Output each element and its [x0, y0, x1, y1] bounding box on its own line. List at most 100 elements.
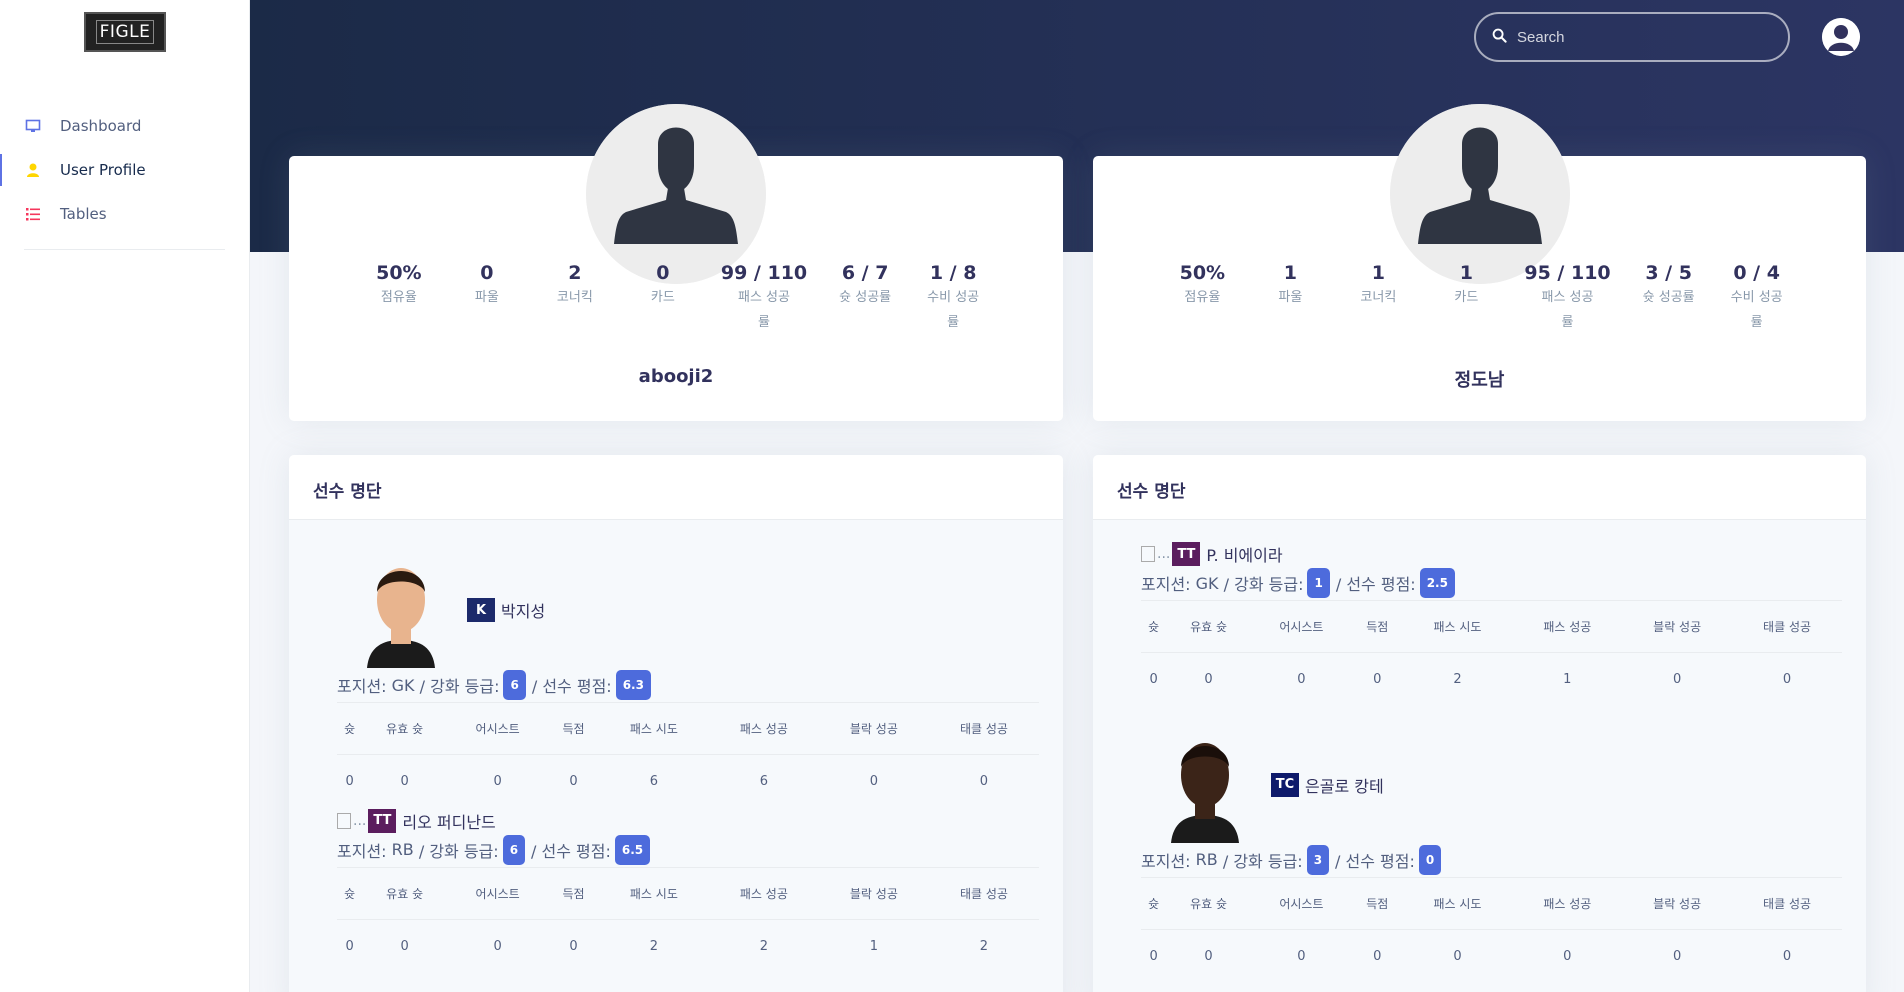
table-header-cell[interactable]: 득점 — [1351, 876, 1403, 930]
stat-label: 점유율 — [1184, 290, 1221, 305]
search-box[interactable] — [1474, 12, 1790, 62]
table-cell: 0 — [869, 774, 879, 790]
sidebar-item-tables[interactable]: Tables — [0, 192, 250, 236]
profile-stats: 50% 점유율 1 파울 1 코너킥 1 카드 95 / 110 패스 성공률 3 / 5… — [1093, 262, 1866, 335]
stat-value: 99 / 110 — [720, 262, 808, 284]
profile-avatar — [586, 104, 766, 284]
season-badge-icon: TT — [1172, 542, 1201, 566]
position-label: 포지션: — [337, 841, 387, 861]
table-header-cell[interactable]: 슛 — [337, 702, 363, 755]
table-cell: 0 — [400, 774, 409, 790]
rating-label: / 선수 평점: — [531, 677, 612, 696]
table-header-cell[interactable]: 패스 시도 — [1402, 876, 1513, 930]
player-stats-table: 슛 유효 슛 어시스트 득점 패스 시도 패스 성공 블락 성공 태클 성공 0 0 0 0 2 2 1 2 — [337, 866, 1039, 974]
table-cell: 0 — [1204, 672, 1213, 688]
table-header-cell[interactable]: 태클 성공 — [1732, 876, 1842, 930]
table-header-cell[interactable]: 득점 — [548, 866, 599, 920]
rating-badge: 6.5 — [614, 834, 651, 865]
sidebar-item-dashboard[interactable]: Dashboard — [0, 104, 250, 148]
table-header-cell[interactable]: 태클 성공 — [1732, 600, 1842, 653]
player-name[interactable]: 리오 퍼디난드 — [402, 809, 495, 833]
stat-value: 1 / 8 — [929, 262, 977, 284]
table-header-cell[interactable]: 블락 성공 — [1622, 600, 1733, 653]
table-header-cell[interactable]: 슛 — [337, 866, 363, 920]
table-row: 0 0 0 0 0 0 0 0 — [1141, 929, 1842, 983]
table-header-cell[interactable]: 득점 — [1351, 600, 1403, 653]
player-stats-table: 슛 유효 슛 어시스트 득점 패스 시도 패스 성공 블락 성공 태클 성공 0 0 0 0 0 0 0 0 — [1141, 876, 1842, 984]
profile-name: abooji2 — [638, 366, 714, 387]
stat-label: 코너킥 — [1360, 290, 1397, 305]
table-cell: 0 — [1149, 672, 1158, 688]
position-label: 포지션: — [1141, 851, 1191, 871]
table-header-cell[interactable]: 블락 성공 — [818, 702, 929, 755]
roster-body: ... TT P. 비에이라 포지션: GK / 강화 등급: 1/ 선수 평점: 2.5… — [1093, 542, 1866, 983]
sidebar-nav: Dashboard User Profile Tables — [0, 104, 250, 236]
player-name[interactable]: 은골로 캉테 — [1305, 773, 1384, 797]
table-header-cell[interactable]: 득점 — [548, 702, 599, 755]
season-badge-icon: K — [467, 598, 495, 622]
table-header-cell[interactable]: 슛 — [1141, 876, 1167, 930]
table-cell: 0 — [1373, 672, 1382, 688]
stat-value: 1 — [1283, 262, 1297, 284]
sidebar-item-user-profile[interactable]: User Profile — [0, 148, 250, 192]
player-name[interactable]: P. 비에이라 — [1206, 542, 1282, 566]
user-avatar-icon[interactable] — [1822, 18, 1860, 56]
player-name[interactable]: 박지성 — [501, 598, 545, 622]
stat-value: 1 — [1459, 262, 1473, 284]
stat-fouls: 1 파울 — [1246, 262, 1334, 335]
grade-label: / 강화 등급: — [1222, 851, 1303, 871]
table-header-cell[interactable]: 유효 슛 — [1166, 876, 1251, 930]
grade-label: / 강화 등급: — [1223, 575, 1304, 594]
table-cell: 0 — [1373, 948, 1382, 964]
table-cell: 0 — [979, 774, 989, 790]
user-icon — [25, 162, 41, 178]
table-header-cell[interactable]: 어시스트 — [1250, 600, 1352, 653]
profile-avatar — [1389, 104, 1570, 284]
table-header-cell[interactable]: 패스 시도 — [598, 702, 709, 755]
stat-value: 3 / 5 — [1645, 262, 1692, 284]
player-header: ... TT P. 비에이라 — [1141, 542, 1842, 566]
rating-badge: 2.5 — [1419, 568, 1455, 598]
table-header-cell[interactable]: 패스 성공 — [708, 702, 819, 755]
table-header-cell[interactable]: 패스 성공 — [1512, 876, 1623, 930]
table-header-cell[interactable]: 태클 성공 — [928, 702, 1039, 755]
table-header-cell[interactable]: 유효 슛 — [1166, 600, 1251, 653]
table-cell: 0 — [345, 774, 354, 790]
brand-logo[interactable]: FIGLE — [84, 12, 166, 52]
table-header-cell[interactable]: 유효 슛 — [362, 866, 447, 920]
table-row: 0 0 0 0 6 6 0 0 — [337, 755, 1039, 809]
table-header-cell[interactable]: 블락 성공 — [1622, 876, 1733, 930]
player-photo — [1165, 726, 1245, 843]
player-meta: 포지션: GK / 강화 등급: 6 / 선수 평점: 6.3 — [337, 670, 1039, 700]
table-header-cell[interactable]: 유효 슛 — [362, 702, 447, 755]
table-header-row: 슛 유효 슛 어시스트 득점 패스 시도 패스 성공 블락 성공 태클 성공 — [1141, 600, 1842, 653]
stat-possession: 50% 점유율 — [355, 262, 443, 335]
table-header-cell[interactable]: 패스 성공 — [708, 866, 819, 920]
rating-badge: 0 — [1418, 844, 1442, 875]
table-header-cell[interactable]: 태클 성공 — [928, 866, 1039, 920]
table-header-cell[interactable]: 어시스트 — [446, 702, 549, 755]
table-cell: 0 — [1297, 672, 1306, 688]
search-input[interactable] — [1517, 28, 1767, 46]
stat-label: 파울 — [1278, 290, 1303, 305]
table-header-cell[interactable]: 슛 — [1141, 600, 1167, 653]
stat-value: 50% — [376, 262, 422, 284]
position-value: GK — [391, 675, 415, 695]
table-header-cell[interactable]: 패스 시도 — [598, 866, 709, 920]
table-header-cell[interactable]: 어시스트 — [446, 866, 549, 920]
table-header-cell[interactable]: 패스 시도 — [1402, 600, 1513, 653]
table-cell: 0 — [1563, 948, 1572, 964]
table-cell: 2 — [649, 938, 659, 954]
player-meta: 포지션: GK / 강화 등급: 1 / 선수 평점: 2.5 — [1141, 568, 1842, 598]
table-cell: 0 — [1782, 948, 1792, 964]
profile-name: 정도남 — [1454, 370, 1505, 391]
stat-value: 95 / 110 — [1524, 262, 1611, 284]
table-cell: 2 — [1453, 672, 1462, 688]
table-header-cell[interactable]: 어시스트 — [1250, 876, 1352, 930]
table-header-row: 슛 유효 슛 어시스트 득점 패스 시도 패스 성공 블락 성공 태클 성공 — [337, 702, 1039, 755]
stat-label: 코너킥 — [556, 290, 593, 305]
table-header-cell[interactable]: 블락 성공 — [818, 866, 929, 920]
stat-shot: 3 / 5 슛 성공률 — [1625, 262, 1713, 335]
table-header-cell[interactable]: 패스 성공 — [1512, 600, 1623, 653]
table-cell: 0 — [493, 774, 502, 790]
